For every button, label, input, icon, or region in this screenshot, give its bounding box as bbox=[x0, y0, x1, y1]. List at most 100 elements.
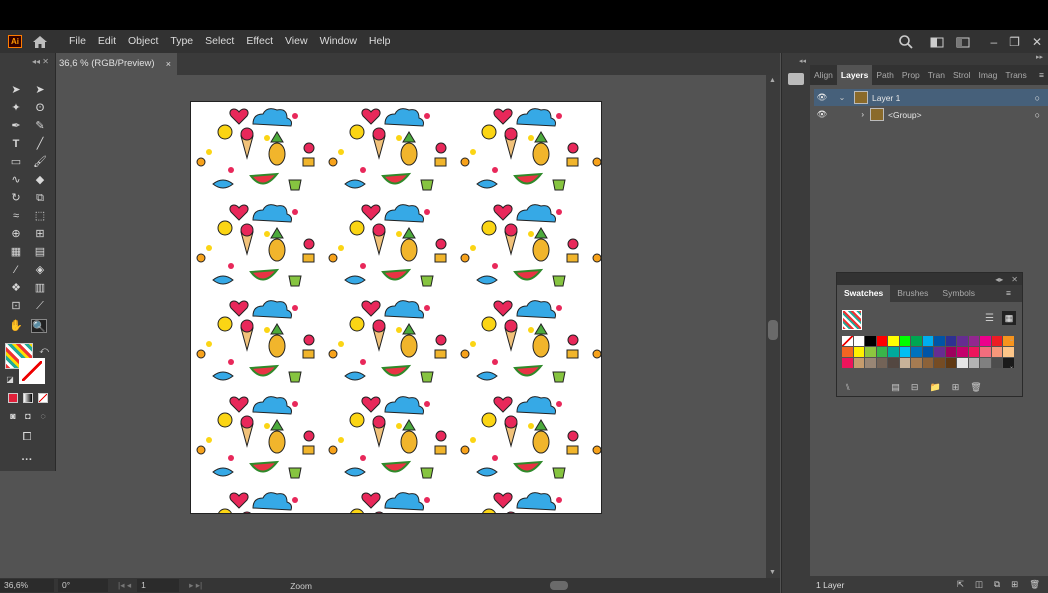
color-swatch[interactable] bbox=[991, 336, 1002, 346]
clipping-mask-icon[interactable]: ◫ bbox=[975, 579, 983, 590]
artboard-nav-next-icon[interactable]: ▸ ▸| bbox=[189, 580, 202, 591]
rectangle-tool-icon[interactable]: ▭ bbox=[8, 155, 24, 169]
swatch-libraries-icon[interactable]: ⑊ bbox=[845, 382, 850, 392]
horizontal-scrollbar[interactable] bbox=[382, 578, 772, 593]
menu-file[interactable]: File bbox=[63, 30, 92, 53]
collapse-toolbar-icon[interactable]: ◂◂ ✕ bbox=[0, 53, 55, 69]
show-swatch-kinds-icon[interactable]: ▤ bbox=[891, 382, 900, 393]
target-circle-icon[interactable]: ○ bbox=[1035, 93, 1040, 103]
tab-swatches[interactable]: Swatches bbox=[837, 285, 891, 302]
type-tool-icon[interactable]: T bbox=[8, 137, 24, 151]
color-swatch[interactable] bbox=[922, 336, 933, 346]
direct-selection-tool-icon[interactable]: ➤ bbox=[32, 83, 48, 97]
gradient-tool-icon[interactable]: ▤ bbox=[32, 245, 48, 259]
warp-tool-icon[interactable]: ≈ bbox=[8, 209, 24, 223]
color-swatch[interactable] bbox=[968, 336, 979, 346]
paintbrush-tool-icon[interactable]: 🖌 bbox=[32, 155, 48, 169]
visibility-eye-icon[interactable]: 👁 bbox=[814, 109, 830, 120]
symbol-sprayer-tool-icon[interactable]: ❖ bbox=[8, 281, 24, 295]
color-swatch[interactable] bbox=[911, 336, 922, 346]
slice-tool-icon[interactable]: ⟋ bbox=[32, 299, 48, 313]
fill-stroke-indicator[interactable] bbox=[842, 310, 862, 330]
color-swatch[interactable] bbox=[957, 336, 968, 346]
stroke-swatch[interactable] bbox=[19, 358, 45, 384]
color-swatch[interactable] bbox=[922, 347, 933, 357]
color-swatch[interactable] bbox=[991, 347, 1002, 357]
tab-transparency[interactable]: Trans bbox=[1001, 65, 1030, 85]
tab-transform[interactable]: Tran bbox=[924, 65, 949, 85]
perspective-grid-tool-icon[interactable]: ⊞ bbox=[32, 227, 48, 241]
tab-image-trace[interactable]: Imag bbox=[974, 65, 1001, 85]
menu-select[interactable]: Select bbox=[199, 30, 240, 53]
color-swatch[interactable] bbox=[957, 358, 968, 368]
draw-behind-icon[interactable]: ◘ bbox=[20, 409, 36, 423]
color-swatch[interactable] bbox=[853, 358, 864, 368]
delete-layer-icon[interactable]: 🗑 bbox=[1029, 579, 1040, 590]
delete-swatch-icon[interactable]: 🗑 bbox=[970, 382, 981, 393]
color-swatch[interactable] bbox=[842, 358, 853, 368]
color-swatch[interactable] bbox=[865, 336, 876, 346]
shaper-tool-icon[interactable]: ∿ bbox=[8, 173, 24, 187]
scale-tool-icon[interactable]: ⧉ bbox=[32, 191, 48, 205]
gradient-mode-icon[interactable] bbox=[23, 393, 33, 403]
edit-toolbar-icon[interactable]: ··· bbox=[19, 453, 35, 467]
swatch-options-icon[interactable]: ⊟ bbox=[911, 382, 919, 393]
menu-view[interactable]: View bbox=[279, 30, 314, 53]
scroll-up-icon[interactable]: ▲ bbox=[769, 77, 776, 84]
eyedropper-tool-icon[interactable]: ⁄ bbox=[8, 263, 24, 277]
search-icon[interactable] bbox=[898, 34, 914, 50]
artboard-tool-icon[interactable]: ⊡ bbox=[8, 299, 24, 313]
new-swatch-icon[interactable]: ⊞ bbox=[952, 382, 960, 393]
color-swatch[interactable] bbox=[934, 347, 945, 357]
vertical-scroll-thumb[interactable] bbox=[768, 320, 778, 340]
artboard-nav-icon[interactable]: |◂ ◂ bbox=[118, 580, 131, 591]
color-swatch[interactable] bbox=[842, 347, 853, 357]
document-tab[interactable]: 36,6 % (RGB/Preview) × bbox=[55, 53, 177, 75]
menu-help[interactable]: Help bbox=[363, 30, 397, 53]
draw-inside-icon[interactable]: ◌ bbox=[35, 409, 51, 423]
change-screen-mode-icon[interactable]: ⧠ bbox=[19, 430, 35, 444]
zoom-level[interactable]: 36,6% bbox=[0, 579, 54, 592]
color-swatch[interactable] bbox=[945, 336, 956, 346]
blend-tool-icon[interactable]: ◈ bbox=[32, 263, 48, 277]
mesh-tool-icon[interactable]: ▦ bbox=[8, 245, 24, 259]
horizontal-scroll-thumb[interactable] bbox=[549, 581, 568, 590]
pen-tool-icon[interactable]: ✒ bbox=[8, 119, 24, 133]
magic-wand-tool-icon[interactable]: ✦ bbox=[8, 101, 24, 115]
artboard[interactable] bbox=[190, 101, 602, 514]
color-swatch[interactable] bbox=[888, 358, 899, 368]
menu-edit[interactable]: Edit bbox=[92, 30, 122, 53]
line-tool-icon[interactable]: ╱ bbox=[32, 137, 48, 151]
color-swatch[interactable] bbox=[899, 347, 910, 357]
grid-view-icon[interactable]: ▦ bbox=[1002, 311, 1016, 325]
close-panel-icon[interactable]: ✕ bbox=[1011, 275, 1018, 284]
color-swatch[interactable] bbox=[853, 347, 864, 357]
color-swatch[interactable] bbox=[934, 336, 945, 346]
color-mode-icon[interactable] bbox=[8, 393, 18, 403]
column-graph-tool-icon[interactable]: ▥ bbox=[32, 281, 48, 295]
color-swatch[interactable] bbox=[899, 336, 910, 346]
locate-object-icon[interactable]: ⇱ bbox=[957, 579, 964, 590]
tab-align[interactable]: Align bbox=[810, 65, 837, 85]
color-swatch[interactable] bbox=[922, 358, 933, 368]
arrange-documents-icon[interactable] bbox=[930, 36, 944, 48]
color-swatch[interactable] bbox=[876, 358, 887, 368]
visibility-eye-icon[interactable]: 👁 bbox=[814, 92, 830, 103]
tab-layers[interactable]: Layers bbox=[836, 65, 873, 85]
color-swatch[interactable] bbox=[980, 358, 991, 368]
color-swatch[interactable] bbox=[888, 347, 899, 357]
color-swatch[interactable] bbox=[991, 358, 1002, 368]
color-swatch[interactable] bbox=[968, 347, 979, 357]
color-swatch[interactable] bbox=[980, 347, 991, 357]
maximize-icon[interactable]: ❐ bbox=[1009, 35, 1020, 49]
color-swatch[interactable] bbox=[980, 336, 991, 346]
tab-brushes[interactable]: Brushes bbox=[890, 285, 935, 302]
zoom-tool-icon[interactable]: 🔍 bbox=[31, 319, 47, 333]
scroll-down-icon[interactable]: ▼ bbox=[769, 569, 776, 576]
collapse-panel-icon[interactable]: ◂▸ bbox=[995, 275, 1003, 284]
close-tab-icon[interactable]: × bbox=[166, 53, 171, 75]
selection-tool-icon[interactable]: ➤ bbox=[8, 83, 24, 97]
swatch-scroll-icon[interactable]: ⌃ ⌄ bbox=[1009, 337, 1014, 373]
draw-normal-icon[interactable]: ◙ bbox=[5, 409, 21, 423]
color-swatch[interactable] bbox=[888, 336, 899, 346]
